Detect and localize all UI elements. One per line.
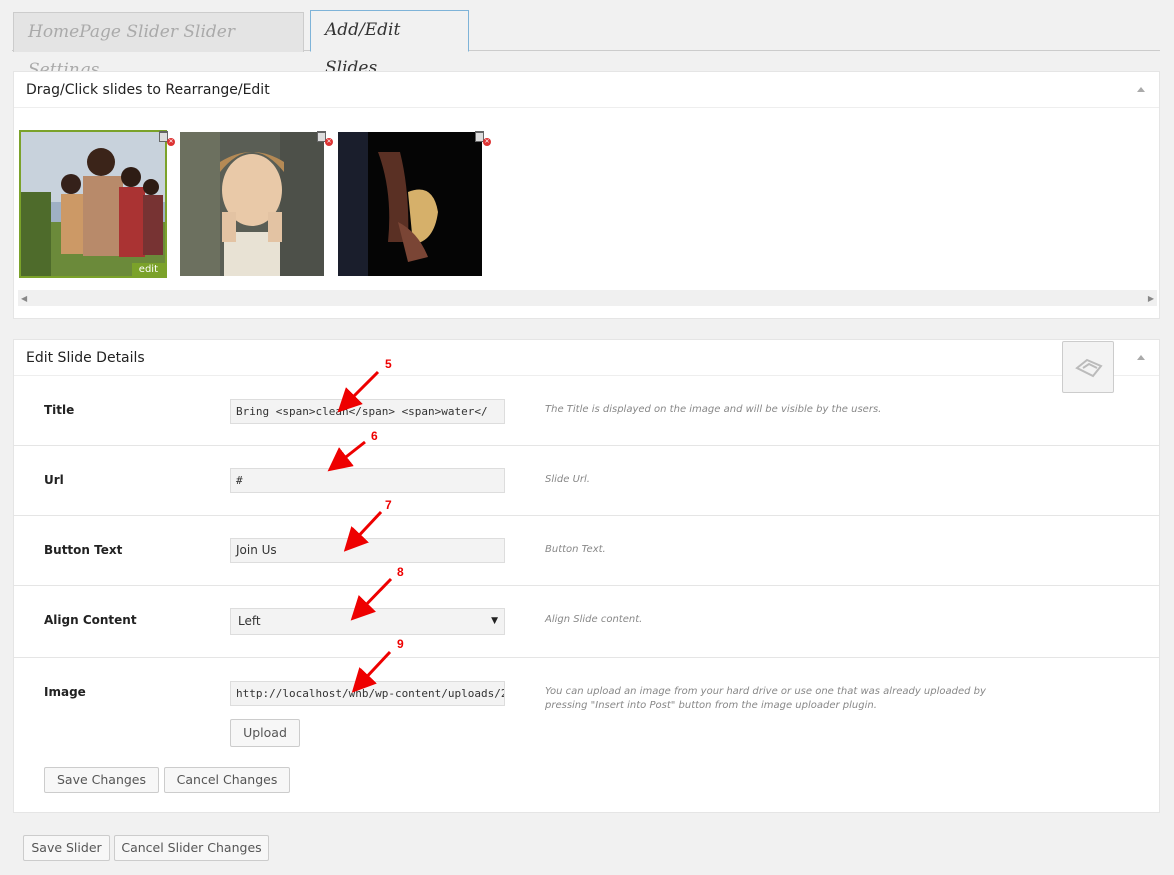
details-panel-title: Edit Slide Details [26,350,145,366]
scroll-right-icon[interactable]: ▶ [1148,294,1154,303]
delete-slide-2-icon[interactable]: ✕ [316,128,333,146]
save-slider-button[interactable]: Save Slider [23,835,110,861]
delete-slide-1-icon[interactable]: ✕ [158,128,175,146]
title-input[interactable]: Bring <span>clean</span> <span>water</ [230,399,505,424]
collapse-caret-icon[interactable] [1137,355,1145,360]
slide-image-hands-bread [338,132,482,276]
align-content-select[interactable]: Left ▼ [230,608,505,635]
url-row: Url # Slide Url. [14,446,1159,516]
button-text-row: Button Text Join Us Button Text. [14,516,1159,586]
image-description: You can upload an image from your hard d… [545,686,986,711]
annotation-number-6: 6 [371,429,378,443]
edit-badge[interactable]: edit [131,263,165,276]
image-row: Image http://localhost/whb/wp-content/up… [14,658,1159,814]
button-text-input[interactable]: Join Us [230,538,505,563]
annotation-number-8: 8 [397,565,404,579]
image-label: Image [44,685,86,699]
align-content-description: Align Slide content. [545,614,643,625]
slide-thumbnail-2[interactable] [180,132,324,276]
title-description: The Title is displayed on the image and … [545,404,882,415]
details-panel-header[interactable]: Edit Slide Details [14,340,1159,376]
annotation-number-7: 7 [385,498,392,512]
slide-image-children-field [21,132,165,276]
image-placeholder-icon [1075,358,1103,378]
tab-add-edit-slides[interactable]: Add/Edit Slides [310,10,469,78]
slide-thumbnail-1[interactable]: edit [19,130,167,278]
slides-panel-header[interactable]: Drag/Click slides to Rearrange/Edit [14,72,1159,108]
slide-image-child-portrait [180,132,324,276]
tab-bar: HomePage Slider Slider Settings Add/Edit… [12,10,1160,80]
tab-slider-settings[interactable]: HomePage Slider Slider Settings [13,12,304,80]
url-label: Url [44,473,64,487]
collapse-caret-icon[interactable] [1137,87,1145,92]
scroll-left-icon[interactable]: ◀ [21,294,27,303]
button-text-description: Button Text. [545,544,606,555]
align-content-label: Align Content [44,613,137,627]
slides-panel-title: Drag/Click slides to Rearrange/Edit [26,82,270,98]
annotation-number-5: 5 [385,357,392,371]
annotation-number-9: 9 [397,637,404,651]
align-content-value: Left [238,614,261,628]
title-row: Title Bring <span>clean</span> <span>wat… [14,376,1159,446]
title-label: Title [44,403,75,417]
cancel-changes-button[interactable]: Cancel Changes [164,767,290,793]
upload-button[interactable]: Upload [230,719,300,747]
save-changes-button[interactable]: Save Changes [44,767,159,793]
dropdown-arrow-icon: ▼ [491,616,498,626]
cancel-slider-changes-button[interactable]: Cancel Slider Changes [114,835,269,861]
button-text-label: Button Text [44,543,123,557]
url-input[interactable]: # [230,468,505,493]
align-content-row: Align Content Left ▼ Align Slide content… [14,586,1159,658]
image-preview-button[interactable] [1062,341,1114,393]
slide-thumbnail-3[interactable] [338,132,482,276]
url-description: Slide Url. [545,474,590,485]
horizontal-scrollbar[interactable]: ◀ ▶ [18,290,1157,306]
image-url-input[interactable]: http://localhost/whb/wp-content/uploads/… [230,681,505,706]
delete-slide-3-icon[interactable]: ✕ [474,128,491,146]
slide-details-panel: Edit Slide Details Title Bring <span>cle… [13,339,1160,813]
slides-panel: Drag/Click slides to Rearrange/Edit edit… [13,71,1160,319]
